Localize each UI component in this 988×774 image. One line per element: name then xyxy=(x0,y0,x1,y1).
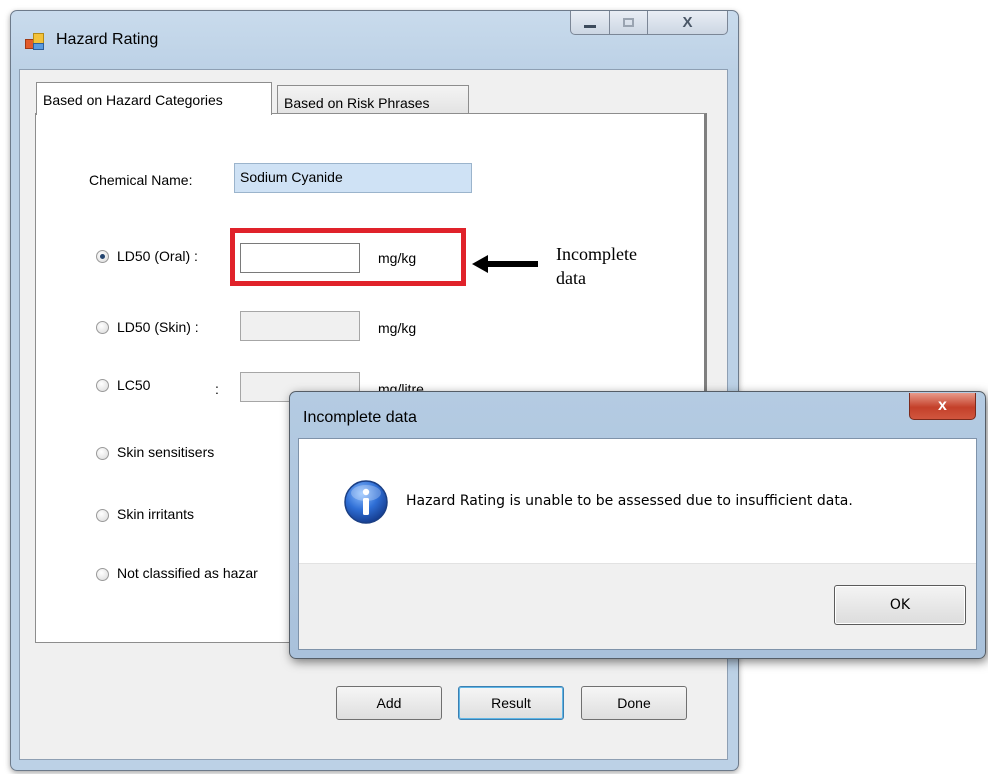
add-button[interactable]: Add xyxy=(336,686,442,720)
info-icon xyxy=(344,480,388,524)
close-icon: x xyxy=(938,397,947,414)
annotation-line-1: Incomplete xyxy=(556,244,637,264)
close-button[interactable]: X xyxy=(648,11,728,35)
incomplete-data-dialog: Incomplete data x Hazard Rating is unabl… xyxy=(289,391,986,659)
done-button[interactable]: Done xyxy=(581,686,687,720)
dialog-body: Hazard Rating is unable to be assessed d… xyxy=(298,438,977,650)
minimize-icon xyxy=(584,25,596,28)
tab-risk-phrases-label: Based on Risk Phrases xyxy=(284,95,430,111)
close-icon: X xyxy=(682,14,693,31)
incomplete-data-highlight xyxy=(230,228,466,286)
caption-buttons: X xyxy=(570,11,728,37)
tab-hazard-categories-label: Based on Hazard Categories xyxy=(43,92,223,108)
dialog-title: Incomplete data xyxy=(303,409,417,426)
window-title: Hazard Rating xyxy=(56,31,159,48)
ok-button[interactable]: OK xyxy=(834,585,966,625)
title-bar[interactable]: Hazard Rating X xyxy=(11,11,738,69)
dialog-close-button[interactable]: x xyxy=(909,393,976,420)
tab-hazard-categories[interactable]: Based on Hazard Categories xyxy=(36,82,272,115)
maximize-icon xyxy=(623,18,634,27)
incomplete-data-annotation: Incomplete data xyxy=(556,242,637,290)
app-icon xyxy=(25,33,44,50)
arrow-left-icon xyxy=(472,255,538,273)
annotation-line-2: data xyxy=(556,268,586,288)
maximize-button[interactable] xyxy=(610,11,648,35)
dialog-message: Hazard Rating is unable to be assessed d… xyxy=(406,493,853,509)
tab-risk-phrases[interactable]: Based on Risk Phrases xyxy=(277,85,469,115)
result-button[interactable]: Result xyxy=(458,686,564,720)
minimize-button[interactable] xyxy=(570,11,610,35)
